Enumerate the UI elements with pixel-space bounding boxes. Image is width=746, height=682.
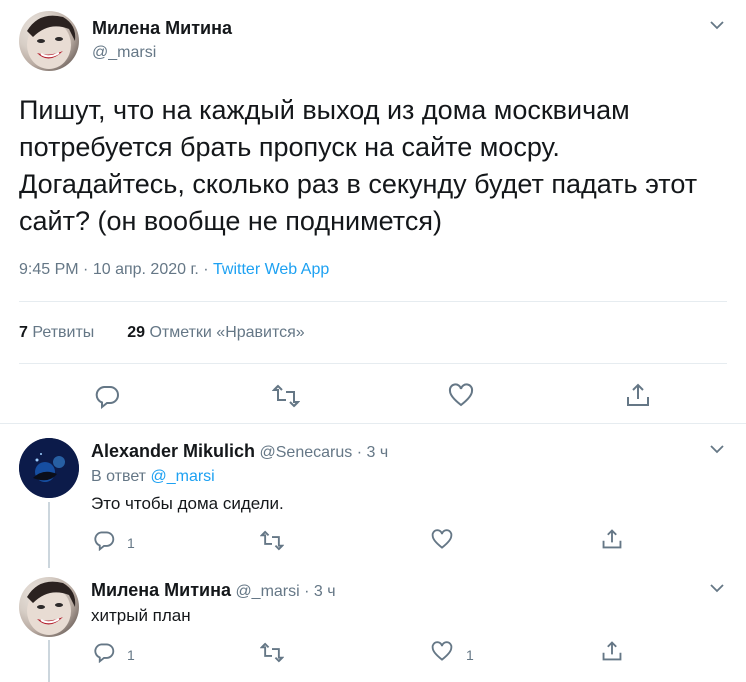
reply-count: 1 <box>127 647 135 663</box>
reply-author-handle[interactable]: @_marsi <box>235 583 299 600</box>
retweet-icon[interactable] <box>272 384 300 408</box>
tweet-source[interactable]: Twitter Web App <box>213 261 329 278</box>
reply-time[interactable]: 3 ч <box>366 444 388 461</box>
separator-dot: · <box>356 444 363 461</box>
reply-to-handle[interactable]: @_marsi <box>150 468 214 485</box>
retweets-label: Ретвиты <box>32 324 95 341</box>
divider <box>19 301 727 302</box>
author-name[interactable]: Милена Митина <box>92 18 232 39</box>
like-icon[interactable] <box>431 641 453 663</box>
retweets-count: 7 <box>19 324 28 341</box>
likes-label: Отметки «Нравится» <box>149 324 305 341</box>
tweet-text-line: потребуется брать пропуск на сайте мосру… <box>19 132 560 162</box>
reply-to: В ответ @_marsi <box>91 468 215 486</box>
author-avatar[interactable] <box>19 11 79 71</box>
share-icon[interactable] <box>601 640 623 662</box>
reply-avatar[interactable] <box>19 577 79 637</box>
divider <box>19 363 727 364</box>
chevron-down-icon[interactable] <box>708 440 726 458</box>
divider <box>0 423 746 424</box>
tweet-text-line: сайт? (он вообще не поднимется) <box>19 206 442 236</box>
reply-text: Это чтобы дома сидели. <box>91 494 284 513</box>
avatar-diver-icon <box>19 438 79 498</box>
likes-stat[interactable]: 29 Отметки «Нравится» <box>127 324 305 341</box>
separator-dot: · <box>83 261 89 278</box>
avatar-face-icon <box>27 581 76 635</box>
reply-header: Alexander Mikulich @Senecarus · 3 ч <box>91 441 388 462</box>
reply-icon[interactable] <box>93 641 115 663</box>
reply-text: хитрый план <box>91 606 191 625</box>
reply-author-handle[interactable]: @Senecarus <box>260 444 353 461</box>
tweet-date[interactable]: 10 апр. 2020 г. <box>93 261 199 278</box>
chevron-down-icon[interactable] <box>708 579 726 597</box>
author-handle[interactable]: @_marsi <box>92 44 156 62</box>
tweet-text-line: Догадайтесь, сколько раз в секунду будет… <box>19 169 698 199</box>
reply-author-name[interactable]: Милена Митина <box>91 580 231 600</box>
like-icon[interactable] <box>431 529 453 551</box>
separator-dot: · <box>203 261 209 278</box>
tweet-text-line: Пишут, что на каждый выход из дома москв… <box>19 95 630 125</box>
like-count: 1 <box>466 647 474 663</box>
share-icon[interactable] <box>601 528 623 550</box>
reply-icon[interactable] <box>93 529 115 551</box>
tweet-timestamp: 9:45 PM · 10 апр. 2020 г. · Twitter Web … <box>19 261 329 279</box>
thread-line <box>48 502 50 568</box>
reply-icon[interactable] <box>94 383 120 409</box>
retweets-stat[interactable]: 7 Ретвиты <box>19 324 99 341</box>
chevron-down-icon[interactable] <box>708 16 726 34</box>
share-icon[interactable] <box>625 382 651 408</box>
retweet-icon[interactable] <box>260 530 284 551</box>
separator-dot: · <box>304 583 310 600</box>
reply-time[interactable]: 3 ч <box>314 583 336 600</box>
tweet-text: Пишут, что на каждый выход из дома москв… <box>19 92 734 240</box>
retweet-icon[interactable] <box>260 642 284 663</box>
avatar-face-icon <box>27 15 76 69</box>
reply-author-name[interactable]: Alexander Mikulich <box>91 441 255 461</box>
reply-to-label: В ответ <box>91 468 147 485</box>
tweet-stats: 7 Ретвиты 29 Отметки «Нравится» <box>19 324 305 342</box>
thread-line <box>48 640 50 682</box>
tweet-time[interactable]: 9:45 PM <box>19 261 79 278</box>
like-icon[interactable] <box>448 383 474 409</box>
reply-header: Милена Митина @_marsi · 3 ч <box>91 580 336 601</box>
reply-count: 1 <box>127 535 135 551</box>
likes-count: 29 <box>127 324 145 341</box>
reply-avatar[interactable] <box>19 438 79 498</box>
